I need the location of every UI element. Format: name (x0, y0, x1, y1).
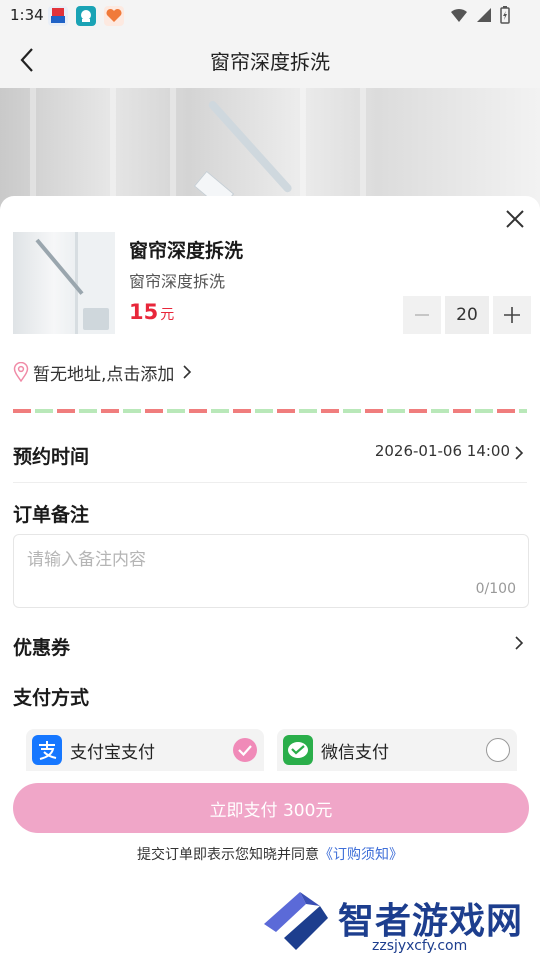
booking-time-value[interactable]: 2026-01-06 14:00 (375, 442, 510, 460)
wifi-icon (451, 8, 467, 22)
product-title: 窗帘深度拆洗 (129, 240, 244, 262)
booking-time-label: 预约时间 (13, 446, 90, 468)
address-text: 暂无地址,点击添加 (33, 364, 175, 385)
alipay-label: 支付宝支付 (70, 742, 155, 763)
remark-label: 订单备注 (13, 504, 90, 526)
alipay-icon (32, 735, 62, 765)
product-thumbnail (13, 232, 115, 334)
booking-chevron-icon[interactable] (512, 444, 526, 462)
app-icon-1 (48, 6, 68, 26)
address-selector[interactable]: 暂无地址,点击添加 (13, 358, 194, 386)
page-title: 窗帘深度拆洗 (210, 50, 330, 74)
pay-now-button[interactable]: 立即支付 300元 (13, 783, 529, 833)
check-icon (238, 745, 252, 757)
payment-option-alipay[interactable]: 支付宝支付 (26, 729, 264, 771)
payment-method-label: 支付方式 (13, 687, 90, 709)
price-unit: 元 (160, 307, 175, 323)
payment-option-wechat[interactable]: 微信支付 (277, 729, 517, 771)
location-pin-icon (13, 362, 29, 382)
battery-icon (500, 6, 510, 24)
decrease-button[interactable] (403, 296, 441, 334)
agreement-text: 提交订单即表示您知晓并同意 (137, 847, 319, 863)
remark-input[interactable]: 请输入备注内容 0/100 (13, 534, 529, 608)
status-indicators (450, 6, 510, 24)
price-value: 15 (129, 300, 159, 324)
order-sheet: 窗帘深度拆洗 窗帘深度拆洗 15 元 20 暂无地址,点击添加 预约时间 2026… (0, 196, 540, 960)
app-icon-3 (104, 6, 124, 26)
remark-placeholder: 请输入备注内容 (27, 550, 146, 570)
close-button[interactable] (502, 206, 528, 232)
close-icon (506, 210, 524, 228)
product-price: 15 元 (129, 300, 174, 324)
site-watermark: 智者游戏网 zzsjyxcfy.com (260, 888, 540, 960)
watermark-logo-icon (264, 892, 328, 950)
divider (13, 482, 527, 483)
plus-icon (504, 307, 520, 323)
app-icon-2 (76, 6, 96, 26)
watermark-url: zzsjyxcfy.com (372, 938, 468, 954)
status-time: 1:34 (10, 6, 44, 24)
increase-button[interactable] (493, 296, 531, 334)
address-divider (13, 409, 527, 413)
product-subtitle: 窗帘深度拆洗 (129, 272, 226, 291)
wechat-radio-unchecked[interactable] (486, 738, 510, 762)
order-agreement: 提交订单即表示您知晓并同意《订购须知》 (0, 844, 540, 864)
alipay-radio-checked[interactable] (233, 738, 257, 762)
coupon-chevron-icon[interactable] (512, 634, 526, 652)
minus-icon (415, 314, 429, 316)
nav-bar: 窗帘深度拆洗 (0, 32, 540, 88)
wechat-label: 微信支付 (321, 742, 389, 763)
chevron-right-icon (183, 365, 192, 379)
remark-char-count: 0/100 (475, 581, 516, 597)
watermark-text: 智者游戏网 (338, 901, 524, 942)
order-terms-link[interactable]: 《订购须知》 (319, 847, 403, 863)
quantity-stepper: 20 (403, 296, 531, 334)
status-bar: 1:34 (0, 0, 540, 32)
signal-icon (477, 8, 491, 22)
quantity-value[interactable]: 20 (445, 296, 489, 334)
wechat-icon (283, 735, 313, 765)
coupon-label: 优惠券 (13, 637, 71, 659)
